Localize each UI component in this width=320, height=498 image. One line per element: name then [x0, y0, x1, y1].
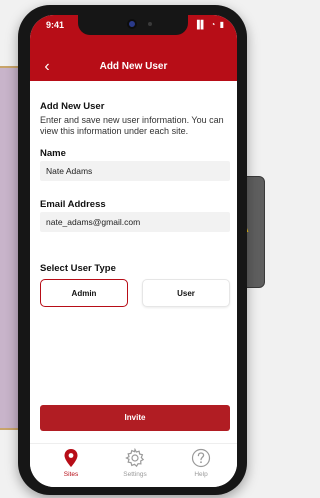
signal-wifi-battery-icon: ▐▌ ◔ ▮	[193, 20, 225, 29]
tab-sites-label: Sites	[63, 471, 79, 478]
section-title: Add New User	[40, 101, 105, 112]
map-pin-icon	[64, 449, 78, 467]
tab-help[interactable]: Help	[176, 446, 226, 486]
gear-icon	[125, 448, 145, 468]
speaker-icon	[148, 22, 152, 26]
phone-notch	[78, 15, 188, 35]
help-icon	[191, 448, 211, 468]
user-type-user-button[interactable]: User	[142, 279, 230, 307]
user-type-label: Select User Type	[40, 263, 116, 274]
app-screen: 9:41 ▐▌ ◔ ▮ ‹ Add New User Add New User …	[30, 15, 237, 487]
nav-bar: ‹ Add New User	[30, 53, 237, 81]
page-title: Add New User	[99, 61, 168, 72]
tab-bar: Sites Settings Help	[30, 443, 237, 487]
section-description: Enter and save new user information. You…	[40, 115, 224, 136]
camera-icon	[127, 19, 137, 29]
email-field[interactable]: nate_adams@gmail.com	[40, 212, 230, 232]
status-bar: 9:41 ▐▌ ◔ ▮	[30, 15, 237, 53]
tab-sites[interactable]: Sites	[46, 446, 96, 486]
email-label: Email Address	[40, 199, 106, 210]
tab-settings[interactable]: Settings	[110, 446, 160, 486]
name-label: Name	[40, 148, 66, 159]
tab-help-label: Help	[194, 471, 208, 478]
user-type-admin-button[interactable]: Admin	[40, 279, 128, 307]
phone-frame: 9:41 ▐▌ ◔ ▮ ‹ Add New User Add New User …	[18, 5, 247, 495]
name-field[interactable]: Nate Adams	[40, 161, 230, 181]
invite-button[interactable]: Invite	[40, 405, 230, 431]
tab-settings-label: Settings	[123, 471, 147, 478]
intro-section: Add New User Enter and save new user inf…	[40, 101, 230, 137]
status-time: 9:41	[46, 20, 65, 30]
